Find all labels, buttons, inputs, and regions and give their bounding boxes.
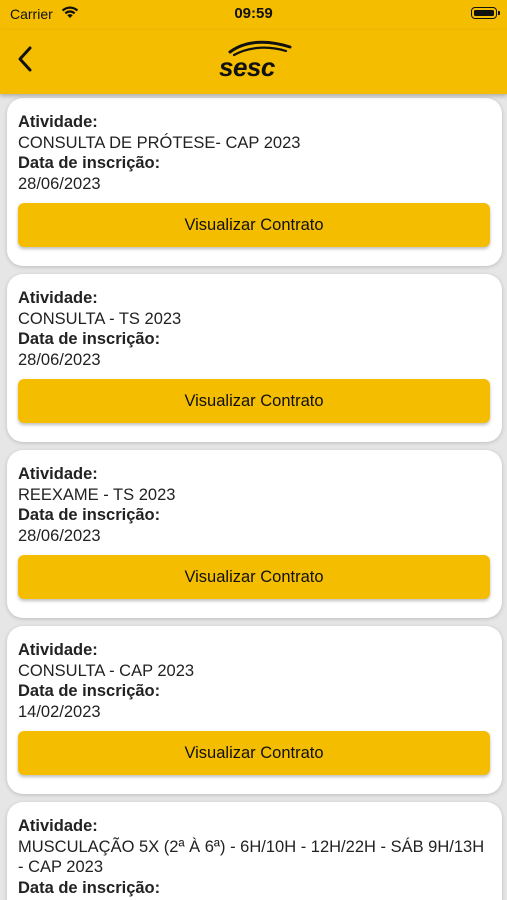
activity-value: MUSCULAÇÃO 5X (2ª À 6ª) - 6H/10H - 12H/2… bbox=[18, 837, 485, 877]
clock-time: 09:59 bbox=[234, 5, 273, 22]
view-contract-button[interactable]: Visualizar Contrato bbox=[18, 379, 490, 423]
view-contract-button[interactable]: Visualizar Contrato bbox=[18, 203, 490, 247]
registration-date-label: Data de inscrição: bbox=[18, 878, 161, 897]
registration-date-label: Data de inscrição: bbox=[18, 154, 161, 172]
contracts-list[interactable]: Atividade: CONSULTA DE PRÓTESE- CAP 2023… bbox=[0, 94, 507, 900]
view-contract-button[interactable]: Visualizar Contrato bbox=[18, 731, 490, 775]
registration-date-value: 28/06/2023 bbox=[18, 174, 101, 193]
activity-value: CONSULTA DE PRÓTESE- CAP 2023 bbox=[18, 133, 301, 152]
activity-value: CONSULTA - TS 2023 bbox=[18, 309, 182, 328]
contract-card: Atividade: MUSCULAÇÃO 5X (2ª À 6ª) - 6H/… bbox=[7, 802, 502, 900]
back-button[interactable] bbox=[10, 40, 46, 80]
navigation-bar: sesc bbox=[0, 30, 507, 94]
battery-icon bbox=[471, 7, 500, 19]
registration-date-label: Data de inscrição: bbox=[18, 330, 161, 348]
activity-value: REEXAME - TS 2023 bbox=[18, 485, 176, 504]
registration-date-value: 28/06/2023 bbox=[18, 526, 101, 545]
registration-date-label: Data de inscrição: bbox=[18, 682, 161, 700]
registration-date-value: 14/02/2023 bbox=[18, 702, 101, 721]
activity-value: CONSULTA - CAP 2023 bbox=[18, 661, 195, 680]
activity-label: Atividade: bbox=[18, 641, 98, 659]
activity-label: Atividade: bbox=[18, 289, 98, 307]
contract-card: Atividade: CONSULTA - TS 2023 Data de in… bbox=[7, 274, 502, 442]
activity-label: Atividade: bbox=[18, 817, 98, 835]
svg-text:sesc: sesc bbox=[219, 52, 276, 82]
activity-label: Atividade: bbox=[18, 113, 98, 131]
status-bar: Carrier 09:59 bbox=[0, 0, 507, 30]
chevron-left-icon bbox=[18, 46, 32, 72]
sesc-logo: sesc bbox=[216, 38, 294, 82]
registration-date-label: Data de inscrição: bbox=[18, 506, 161, 524]
view-contract-button[interactable]: Visualizar Contrato bbox=[18, 555, 490, 599]
contract-card: Atividade: CONSULTA DE PRÓTESE- CAP 2023… bbox=[7, 98, 502, 266]
contract-card: Atividade: CONSULTA - CAP 2023 Data de i… bbox=[7, 626, 502, 794]
activity-label: Atividade: bbox=[18, 465, 98, 483]
registration-date-value: 28/06/2023 bbox=[18, 350, 101, 369]
contract-card: Atividade: REEXAME - TS 2023 Data de ins… bbox=[7, 450, 502, 618]
